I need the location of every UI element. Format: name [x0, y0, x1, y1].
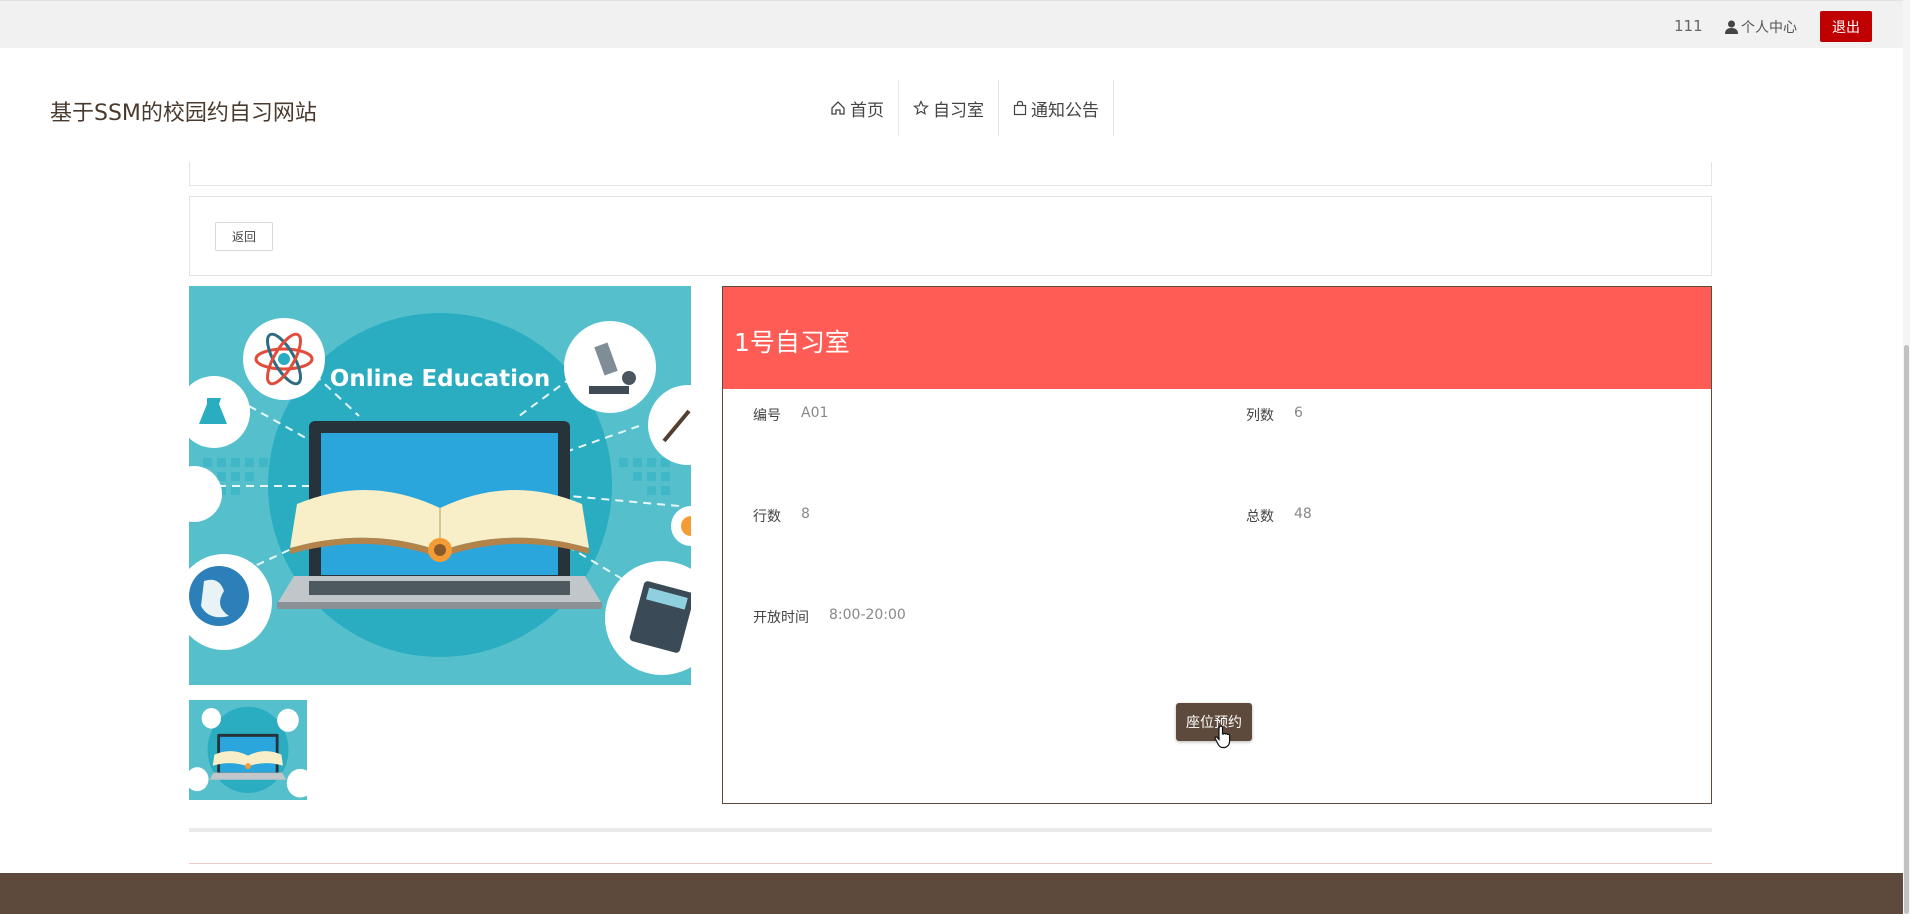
room-header: 1号自习室	[723, 287, 1711, 389]
bag-icon	[1013, 100, 1027, 116]
logout-button[interactable]: 退出	[1820, 11, 1872, 42]
nav-label-study-room: 自习室	[933, 100, 984, 121]
nav-item-home[interactable]: 首页	[816, 80, 899, 136]
field-rows: 行数 8	[753, 506, 810, 526]
image-caption: Online Education	[330, 366, 550, 392]
field-columns-label: 列数	[1246, 408, 1274, 424]
field-columns-value: 6	[1294, 405, 1303, 421]
personal-center-link[interactable]: 个人中心	[1725, 17, 1797, 37]
top-bar: 111 个人中心 退出	[0, 0, 1903, 48]
hand-cursor-icon	[1214, 725, 1231, 749]
footer	[0, 873, 1903, 914]
field-code-label: 编号	[753, 408, 781, 424]
star-icon	[913, 100, 929, 116]
field-code-value: A01	[801, 405, 829, 421]
nav-item-notices[interactable]: 通知公告	[999, 80, 1114, 136]
scrollbar-thumb[interactable]	[1904, 345, 1909, 914]
room-title: 1号自习室	[734, 328, 850, 357]
username: 111	[1674, 17, 1703, 35]
lower-panel	[189, 828, 1712, 864]
back-panel: 返回	[189, 196, 1712, 276]
field-total: 总数 48	[1246, 506, 1312, 526]
room-image: Online Education	[189, 286, 691, 685]
site-title: 基于SSM的校园约自习网站	[50, 101, 317, 126]
field-total-value: 48	[1294, 506, 1312, 522]
user-icon	[1725, 20, 1738, 34]
home-icon	[831, 101, 845, 115]
field-rows-label: 行数	[753, 509, 781, 525]
image-thumbnail[interactable]	[189, 700, 307, 800]
upper-panel	[189, 162, 1712, 186]
personal-center-label: 个人中心	[1741, 20, 1797, 36]
nav-item-study-room[interactable]: 自习室	[899, 80, 999, 136]
field-rows-value: 8	[801, 506, 810, 522]
back-button[interactable]: 返回	[215, 222, 273, 251]
main-nav: 首页 自习室 通知公告	[816, 80, 1114, 136]
field-columns: 列数 6	[1246, 405, 1303, 425]
field-open-hours-value: 8:00-20:00	[829, 607, 906, 623]
nav-label-home: 首页	[850, 100, 884, 121]
field-code: 编号 A01	[753, 405, 828, 425]
field-open-hours: 开放时间 8:00-20:00	[753, 607, 906, 627]
field-total-label: 总数	[1246, 509, 1274, 525]
field-open-hours-label: 开放时间	[753, 610, 809, 626]
nav-label-notices: 通知公告	[1031, 100, 1099, 121]
